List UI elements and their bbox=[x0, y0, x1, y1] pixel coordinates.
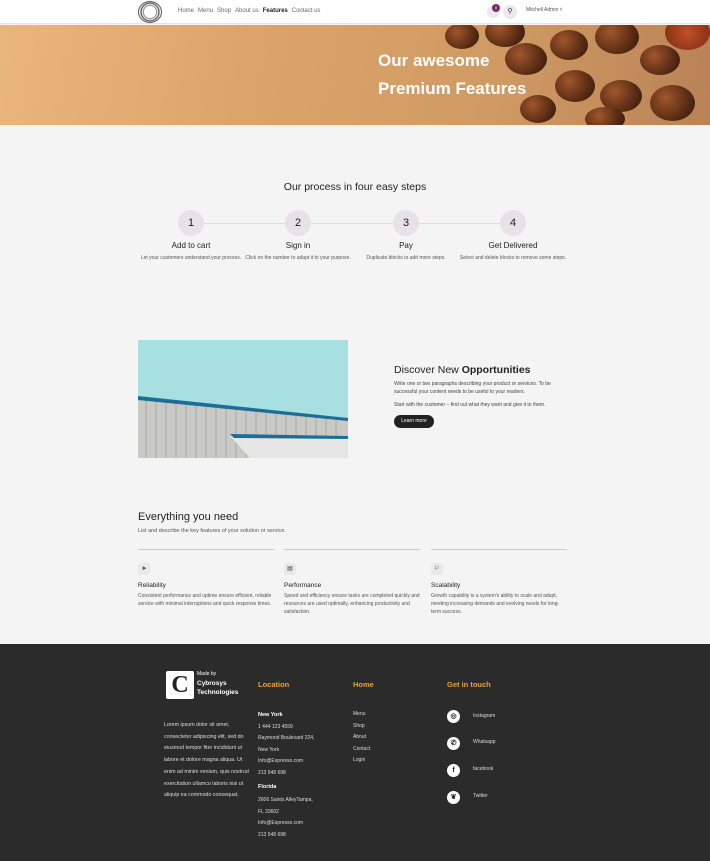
step-desc: Select and delete blocks to remove some … bbox=[459, 255, 567, 261]
discover-paragraph: Write one or two paragraphs describing y… bbox=[394, 381, 551, 395]
coffee-bean-image bbox=[520, 95, 556, 123]
footer-link-shop[interactable]: Shop bbox=[353, 721, 370, 733]
coffee-bean-image bbox=[550, 30, 588, 60]
location-phone: 213 548 698 bbox=[258, 831, 286, 838]
location-list: New York 1 444 123 4559 Raymond Boulevar… bbox=[258, 710, 314, 842]
step-desc: Let your customers understand your proce… bbox=[140, 255, 242, 261]
home-heading: Home bbox=[353, 680, 374, 689]
step-number[interactable]: 4 bbox=[500, 210, 526, 236]
rocket-icon: ➤ bbox=[138, 563, 150, 575]
user-menu[interactable]: Mitchell Admin ˅ bbox=[526, 7, 563, 13]
process-title: Our process in four easy steps bbox=[283, 181, 427, 193]
hero-title-line1: Our awesome bbox=[378, 51, 490, 70]
footer-link-menu[interactable]: Menu bbox=[353, 709, 370, 721]
top-header bbox=[0, 0, 710, 24]
flag-icon: ⚐ bbox=[431, 563, 443, 575]
coffee-bean-image bbox=[505, 43, 547, 75]
coffee-bean-image bbox=[555, 70, 595, 102]
learn-more-button[interactable]: Learn more bbox=[394, 415, 434, 428]
site-logo[interactable] bbox=[138, 1, 162, 23]
card-icon: ▤ bbox=[284, 563, 296, 575]
feature-name: Performance bbox=[284, 582, 322, 589]
step-title: Pay bbox=[399, 241, 413, 250]
footer-link-contact[interactable]: Contact bbox=[353, 744, 370, 756]
location-city: New York bbox=[258, 712, 283, 718]
location-phone: 213 548 698 bbox=[258, 769, 286, 776]
building-illustration bbox=[138, 340, 348, 458]
step-desc: Duplicate blocks to add more steps. bbox=[366, 255, 446, 261]
nav-about[interactable]: About us bbox=[235, 7, 259, 15]
step-number[interactable]: 3 bbox=[393, 210, 419, 236]
hero-title-line2: Premium Features bbox=[378, 79, 527, 98]
coffee-bean-image bbox=[650, 85, 695, 121]
location-heading: Location bbox=[258, 680, 290, 689]
location-city: Florida bbox=[258, 783, 277, 790]
step-number[interactable]: 2 bbox=[285, 210, 311, 236]
chevron-down-icon: ˅ bbox=[559, 7, 563, 13]
nav-contact[interactable]: Contact us bbox=[292, 7, 321, 15]
footer-link-login[interactable]: Login bbox=[353, 755, 370, 767]
company-logo: C bbox=[166, 671, 194, 699]
search-icon[interactable]: ⚲ bbox=[503, 5, 517, 19]
coffee-bean-image bbox=[445, 25, 479, 49]
cart-count-badge: 0 bbox=[492, 4, 500, 12]
feature-desc: Speed and efficiency ensure tasks are co… bbox=[284, 593, 420, 615]
step-number[interactable]: 1 bbox=[178, 210, 204, 236]
main-nav: Home Menu Shop About us Features Contact… bbox=[178, 7, 320, 15]
nav-features[interactable]: Features bbox=[263, 7, 288, 15]
whatsapp-icon[interactable]: ✆ bbox=[447, 737, 460, 750]
nav-shop[interactable]: Shop bbox=[217, 7, 231, 15]
feature-name: Scalability bbox=[431, 582, 461, 589]
location-address: Raymond Boulevard 224, bbox=[258, 735, 315, 742]
user-name: Mitchell Admin bbox=[526, 7, 559, 13]
coffee-bean-image bbox=[585, 107, 625, 125]
made-by-label: Made by bbox=[197, 671, 217, 677]
social-label[interactable]: Twitter bbox=[473, 793, 488, 799]
feature-divider bbox=[138, 549, 274, 550]
coffee-bean-image bbox=[640, 45, 680, 75]
feature-divider bbox=[284, 549, 420, 550]
features-title: Everything you need bbox=[138, 511, 239, 523]
hero-banner bbox=[0, 25, 710, 125]
coffee-bean-image bbox=[665, 25, 710, 50]
discover-title: Discover New Opportunities bbox=[394, 364, 531, 376]
step-title: Add to cart bbox=[171, 241, 211, 250]
social-label[interactable]: Whatsapp bbox=[473, 739, 496, 745]
social-label[interactable]: facebook bbox=[473, 766, 493, 772]
discover-title-bold: Opportunities bbox=[461, 364, 531, 376]
feature-name: Reliability bbox=[138, 582, 166, 589]
location-address: New York bbox=[258, 746, 280, 753]
feature-divider bbox=[431, 549, 567, 550]
facebook-icon[interactable]: f bbox=[447, 764, 460, 777]
company-name-line2: Technologies bbox=[197, 689, 239, 696]
location-phone: 1 444 123 4559 bbox=[258, 723, 293, 730]
location-email[interactable]: Info@Espresso.com bbox=[258, 756, 314, 768]
footer-link-about[interactable]: About bbox=[353, 732, 370, 744]
steps-connector bbox=[191, 223, 513, 224]
twitter-icon[interactable]: ❦ bbox=[447, 791, 460, 804]
building-image bbox=[138, 340, 348, 458]
instagram-icon[interactable]: ◎ bbox=[447, 710, 460, 723]
get-in-touch-heading: Get in touch bbox=[447, 680, 491, 689]
location-email[interactable]: Info@Espresso.com bbox=[258, 818, 314, 830]
step-desc: Click on the number to adapt it to your … bbox=[245, 255, 351, 261]
social-label[interactable]: Instagram bbox=[473, 713, 495, 719]
location-address: 2606 Saints AlleyTampa, bbox=[258, 797, 313, 804]
discover-title-plain: Discover New bbox=[394, 364, 462, 376]
company-name-line1: Cybrosys bbox=[197, 680, 227, 687]
footer-description: Lorem ipsum dolor sit amet, consectetur … bbox=[164, 722, 249, 799]
coffee-bean-image bbox=[595, 25, 639, 54]
feature-desc: Consistent performance and uptime ensure… bbox=[138, 593, 272, 607]
step-title: Get Delivered bbox=[488, 241, 538, 250]
home-links: Menu Shop About Contact Login bbox=[353, 709, 370, 767]
nav-menu[interactable]: Menu bbox=[198, 7, 213, 15]
feature-desc: Growth capability is a system's ability … bbox=[431, 593, 560, 615]
location-address: FL 33602 bbox=[258, 808, 279, 815]
features-subtitle: List and describe the key features of yo… bbox=[138, 528, 286, 534]
nav-home[interactable]: Home bbox=[178, 7, 194, 15]
discover-paragraph-2: Start with the customer – find out what … bbox=[394, 402, 546, 408]
step-title: Sign in bbox=[285, 241, 311, 250]
